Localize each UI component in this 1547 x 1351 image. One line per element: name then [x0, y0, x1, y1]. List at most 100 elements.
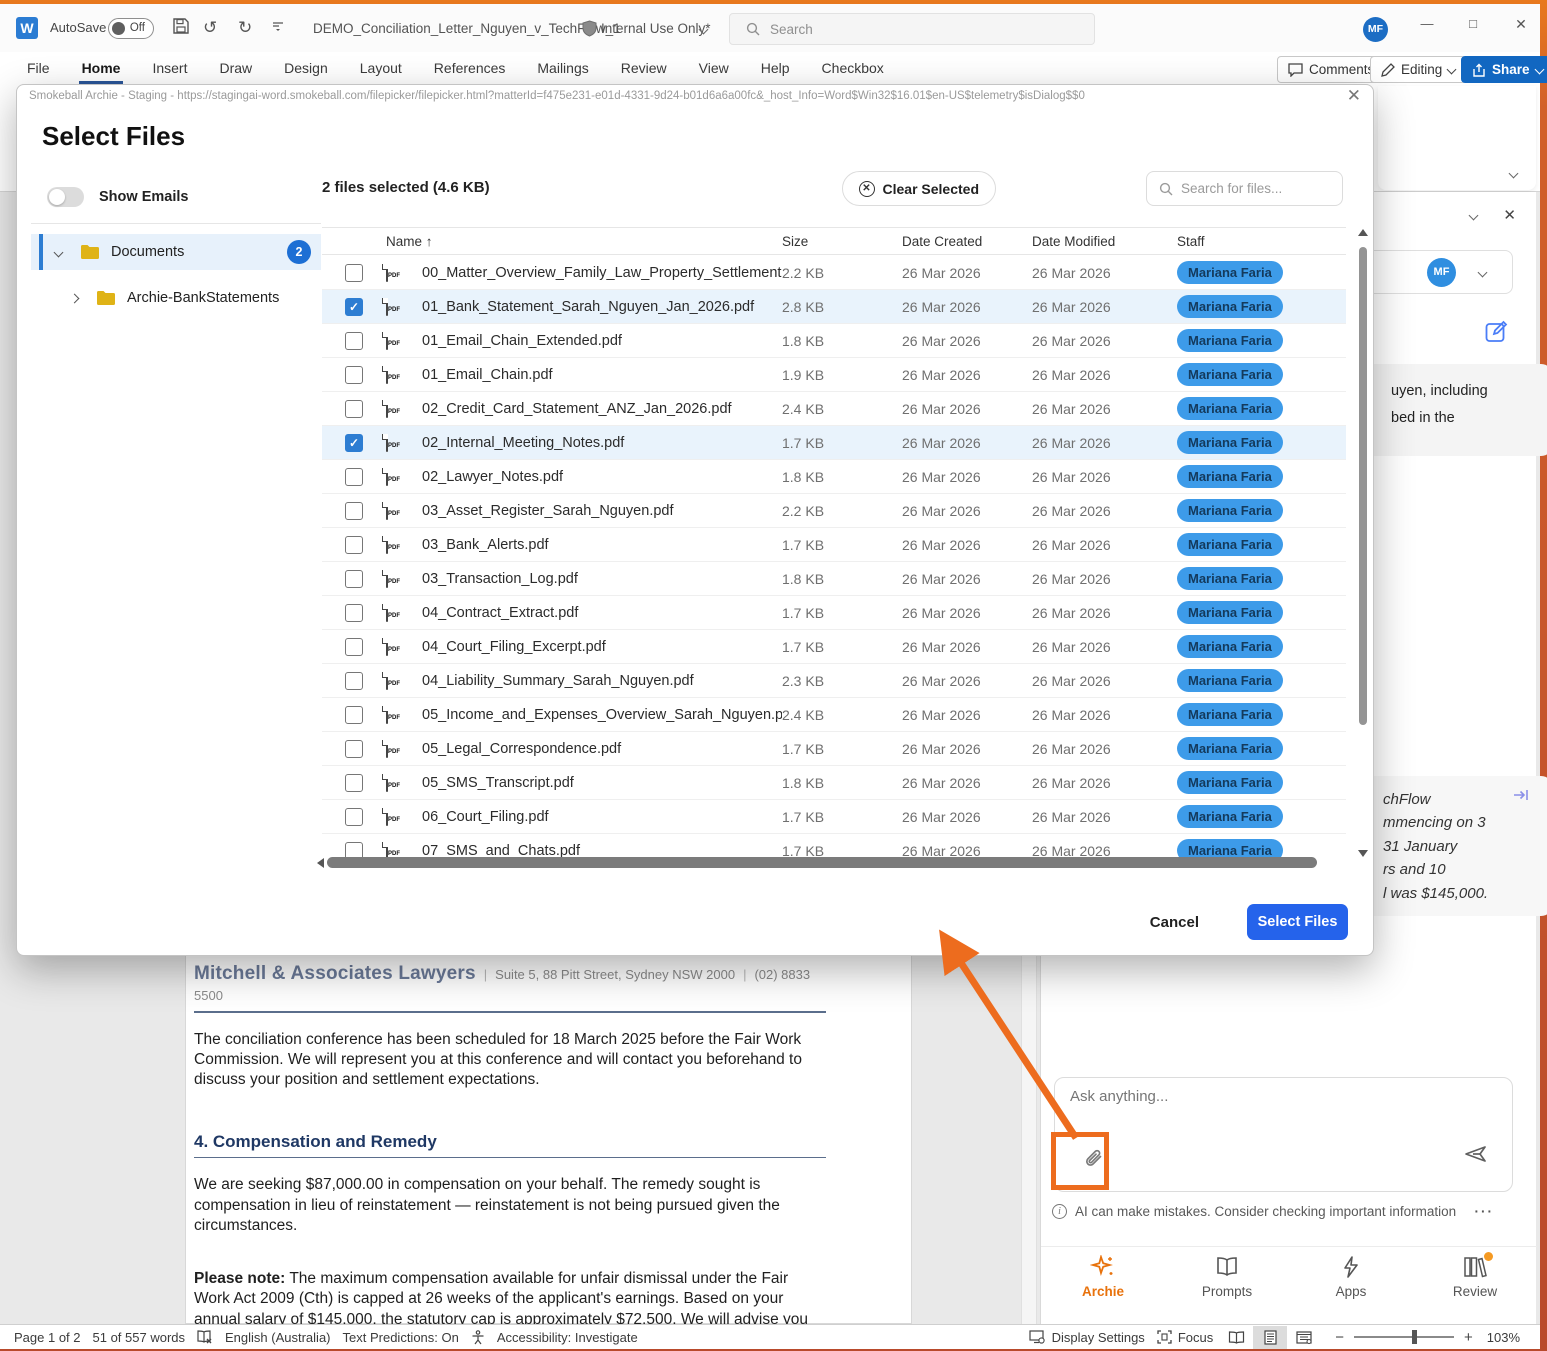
chat-input-card[interactable] — [1054, 1077, 1513, 1192]
tab-view[interactable]: View — [696, 57, 732, 84]
language-indicator[interactable]: English (Australia) — [219, 1330, 337, 1345]
tab-checkbox[interactable]: Checkbox — [819, 57, 887, 84]
row-checkbox[interactable] — [345, 774, 363, 792]
web-layout-view-icon[interactable] — [1287, 1326, 1321, 1349]
column-date-modified[interactable]: Date Modified — [1032, 234, 1177, 249]
table-row[interactable]: PDF 06_Court_Filing.pdf 1.7 KB 26 Mar 20… — [322, 800, 1346, 834]
focus-mode[interactable]: Focus — [1151, 1330, 1219, 1345]
row-checkbox[interactable] — [345, 638, 363, 656]
table-row[interactable]: PDF 01_Bank_Statement_Sarah_Nguyen_Jan_2… — [322, 290, 1346, 324]
file-search[interactable] — [1146, 171, 1343, 206]
proofing-icon[interactable] — [191, 1330, 219, 1344]
sensitivity-label[interactable]: Internal Use Only* — [601, 21, 711, 36]
table-row[interactable]: PDF 07_SMS_and_Chats.pdf 1.7 KB 26 Mar 2… — [322, 834, 1346, 857]
row-checkbox[interactable] — [345, 298, 363, 316]
row-checkbox[interactable] — [345, 468, 363, 486]
row-checkbox[interactable] — [345, 434, 363, 452]
more-options-icon[interactable]: ··· — [1475, 1204, 1495, 1219]
page-indicator[interactable]: Page 1 of 2 — [8, 1330, 87, 1345]
vertical-scrollbar[interactable] — [1358, 229, 1368, 857]
tab-layout[interactable]: Layout — [357, 57, 405, 84]
tab-mailings[interactable]: Mailings — [534, 57, 591, 84]
select-files-button[interactable]: Select Files — [1247, 904, 1348, 940]
zoom-level[interactable]: 103% — [1481, 1330, 1526, 1345]
share-button[interactable]: Share — [1461, 56, 1547, 83]
row-checkbox[interactable] — [345, 400, 363, 418]
redo-icon[interactable]: ↻ — [238, 18, 252, 38]
row-checkbox[interactable] — [345, 740, 363, 758]
titlebar-search[interactable] — [729, 13, 1095, 45]
table-row[interactable]: PDF 05_Legal_Correspondence.pdf 1.7 KB 2… — [322, 732, 1346, 766]
table-row[interactable]: PDF 04_Court_Filing_Excerpt.pdf 1.7 KB 2… — [322, 630, 1346, 664]
row-checkbox[interactable] — [345, 706, 363, 724]
table-row[interactable]: PDF 05_Income_and_Expenses_Overview_Sara… — [322, 698, 1346, 732]
column-name[interactable]: Name ↑ — [386, 234, 782, 249]
tab-review[interactable]: Review — [1413, 1247, 1537, 1306]
row-checkbox[interactable] — [345, 808, 363, 826]
column-size[interactable]: Size — [782, 234, 902, 249]
text-predictions[interactable]: Text Predictions: On — [337, 1330, 465, 1345]
close-window-button[interactable]: ✕ — [1506, 16, 1536, 33]
column-staff[interactable]: Staff — [1177, 234, 1346, 249]
zoom-in-button[interactable]: + — [1464, 1329, 1473, 1346]
table-row[interactable]: PDF 04_Liability_Summary_Sarah_Nguyen.pd… — [322, 664, 1346, 698]
clear-selected-button[interactable]: ✕ Clear Selected — [842, 171, 997, 206]
folder-documents[interactable]: Documents 2 — [31, 234, 321, 270]
new-chat-icon[interactable] — [1485, 320, 1508, 343]
accessibility-status[interactable]: Accessibility: Investigate — [491, 1330, 644, 1345]
tab-help[interactable]: Help — [758, 57, 793, 84]
row-checkbox[interactable] — [345, 842, 363, 858]
maximize-button[interactable]: □ — [1458, 16, 1488, 31]
minimize-button[interactable]: — — [1412, 16, 1442, 31]
tab-insert[interactable]: Insert — [149, 57, 190, 84]
table-row[interactable]: PDF 02_Internal_Meeting_Notes.pdf 1.7 KB… — [322, 426, 1346, 460]
cancel-button[interactable]: Cancel — [1150, 914, 1199, 931]
scroll-up-icon[interactable] — [1358, 229, 1368, 236]
word-count[interactable]: 51 of 557 words — [87, 1330, 192, 1345]
go-to-source-icon[interactable] — [1513, 788, 1529, 802]
print-layout-view-icon[interactable] — [1253, 1326, 1287, 1349]
row-checkbox[interactable] — [345, 672, 363, 690]
folder-archie-bankstatements[interactable]: Archie-BankStatements — [31, 280, 321, 316]
table-row[interactable]: PDF 03_Transaction_Log.pdf 1.8 KB 26 Mar… — [322, 562, 1346, 596]
zoom-slider[interactable] — [1354, 1336, 1454, 1338]
send-icon[interactable] — [1464, 1144, 1488, 1164]
tab-apps[interactable]: Apps — [1289, 1247, 1413, 1306]
table-row[interactable]: PDF 05_SMS_Transcript.pdf 1.8 KB 26 Mar … — [322, 766, 1346, 800]
folder-expand-chevron-icon[interactable] — [54, 247, 64, 257]
table-row[interactable]: PDF 03_Asset_Register_Sarah_Nguyen.pdf 2… — [322, 494, 1346, 528]
save-icon[interactable] — [172, 17, 190, 35]
row-checkbox[interactable] — [345, 264, 363, 282]
sidebar-close-icon[interactable]: ✕ — [1503, 206, 1516, 224]
table-row[interactable]: PDF 04_Contract_Extract.pdf 1.7 KB 26 Ma… — [322, 596, 1346, 630]
horizontal-scrollbar-thumb[interactable] — [327, 857, 1317, 868]
row-checkbox[interactable] — [345, 536, 363, 554]
table-row[interactable]: PDF 02_Credit_Card_Statement_ANZ_Jan_202… — [322, 392, 1346, 426]
zoom-slider-thumb[interactable] — [1412, 1330, 1417, 1344]
accessibility-icon[interactable] — [465, 1330, 491, 1345]
row-checkbox[interactable] — [345, 332, 363, 350]
user-avatar[interactable]: MF — [1363, 17, 1388, 42]
file-search-input[interactable] — [1181, 181, 1321, 196]
read-mode-view-icon[interactable] — [1219, 1326, 1253, 1349]
display-settings[interactable]: Display Settings — [1023, 1330, 1151, 1345]
horizontal-scrollbar[interactable] — [317, 856, 1349, 869]
scroll-left-icon[interactable] — [317, 858, 324, 868]
tab-references[interactable]: References — [431, 57, 509, 84]
tab-prompts[interactable]: Prompts — [1165, 1247, 1289, 1306]
row-checkbox[interactable] — [345, 570, 363, 588]
table-row[interactable]: PDF 01_Email_Chain.pdf 1.9 KB 26 Mar 202… — [322, 358, 1346, 392]
table-row[interactable]: PDF 00_Matter_Overview_Family_Law_Proper… — [322, 256, 1346, 290]
zoom-out-button[interactable]: − — [1335, 1329, 1344, 1346]
row-checkbox[interactable] — [345, 604, 363, 622]
row-checkbox[interactable] — [345, 366, 363, 384]
tab-file[interactable]: File — [24, 57, 53, 84]
editing-mode-button[interactable]: Editing — [1370, 56, 1466, 83]
autosave-toggle[interactable]: Off — [108, 18, 154, 39]
quick-access-menu-icon[interactable] — [272, 22, 284, 32]
tab-archie[interactable]: Archie — [1041, 1247, 1165, 1306]
scroll-down-icon[interactable] — [1358, 850, 1368, 857]
undo-icon[interactable]: ↺ — [203, 18, 217, 38]
dialog-close-icon[interactable]: ✕ — [1347, 86, 1361, 106]
sidebar-collapse-chevron-icon[interactable] — [1469, 210, 1479, 220]
